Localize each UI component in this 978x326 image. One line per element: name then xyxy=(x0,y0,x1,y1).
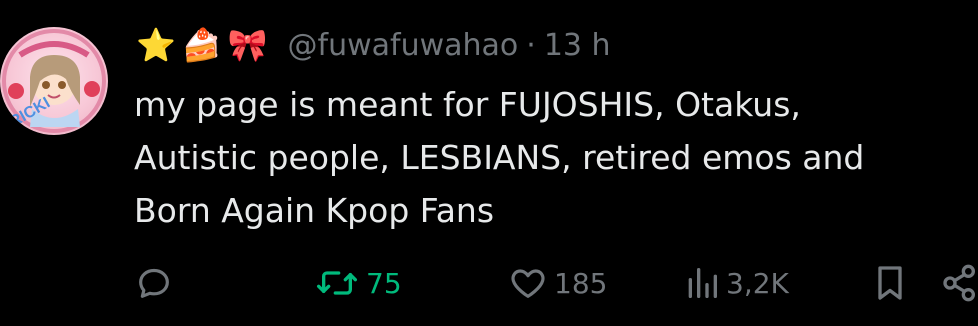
view-count: 3,2K xyxy=(726,266,789,300)
retweet-count: 75 xyxy=(366,266,402,300)
author-handle[interactable]: @fuwafuwahao xyxy=(288,28,519,63)
like-button[interactable]: 185 xyxy=(508,260,607,306)
bookmark-icon xyxy=(872,263,908,303)
action-bar: 75 185 3,2K xyxy=(134,260,978,306)
avatar[interactable]: RICKI xyxy=(0,27,108,135)
like-count: 185 xyxy=(554,266,608,300)
bookmark-button[interactable] xyxy=(872,260,908,306)
reply-icon xyxy=(134,263,174,303)
tweet: RICKI ⭐ 🍰 🎀 @fuwafuwahao · 13 h my page … xyxy=(0,0,978,326)
retweet-icon xyxy=(314,263,360,303)
views-icon xyxy=(684,263,720,303)
star-emoji: ⭐ xyxy=(136,26,176,64)
header-separator: · xyxy=(526,27,536,63)
cake-emoji: 🍰 xyxy=(181,26,222,64)
share-button[interactable] xyxy=(942,260,978,306)
ribbon-emoji: 🎀 xyxy=(227,26,268,64)
retweet-button[interactable]: 75 xyxy=(314,260,402,306)
tweet-header: ⭐ 🍰 🎀 @fuwafuwahao · 13 h xyxy=(136,20,611,70)
tweet-text: my page is meant for FUJOSHIS, Otakus, A… xyxy=(134,85,865,230)
reply-button[interactable] xyxy=(134,260,180,306)
tweet-timestamp[interactable]: 13 h xyxy=(544,28,611,63)
like-icon xyxy=(508,263,548,303)
views-button[interactable]: 3,2K xyxy=(684,260,789,306)
share-icon xyxy=(942,263,978,303)
